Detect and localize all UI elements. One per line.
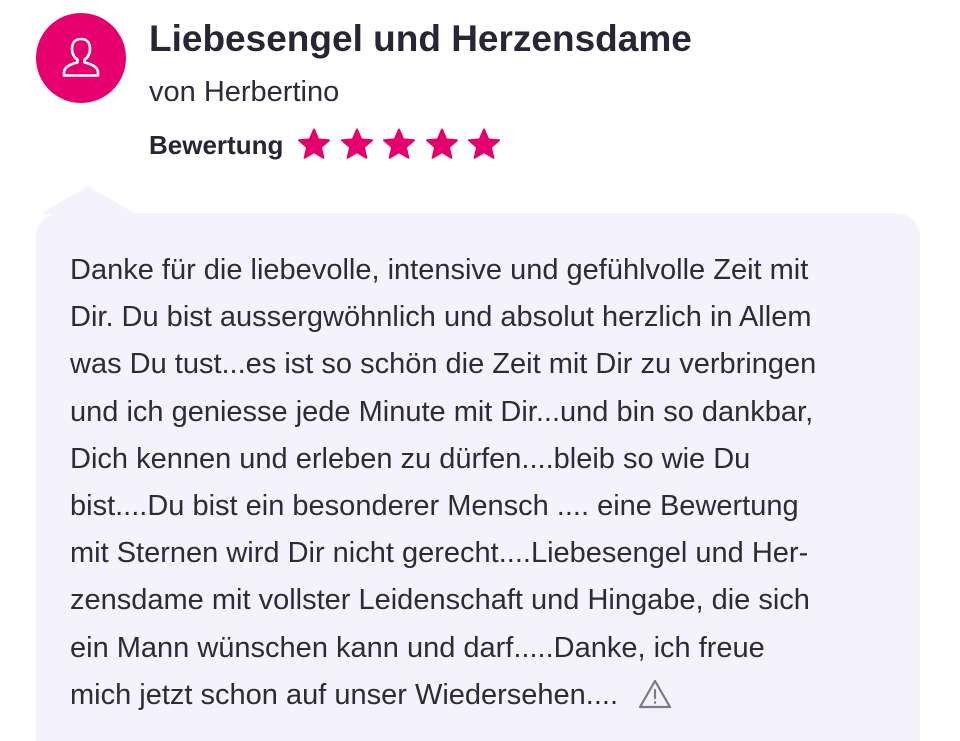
rating-label: Bewertung bbox=[149, 129, 284, 160]
review-text-line: zensdame mit vollster Leidenschaft und H… bbox=[70, 584, 810, 617]
review-card: Liebesengel und Herzensdame von Herberti… bbox=[0, 0, 960, 741]
review-author: von Herbertino bbox=[149, 76, 340, 108]
review-text-line: und ich geniesse jede Minute mit Dir...u… bbox=[70, 395, 814, 428]
review-text-line: was Du tust...es ist so schön die Zeit m… bbox=[70, 348, 817, 381]
review-text-line: mit Sternen wird Dir nicht gerecht....Li… bbox=[70, 537, 809, 570]
avatar bbox=[36, 13, 126, 103]
star-icon bbox=[339, 127, 375, 163]
review-title: Liebesengel und Herzensdame bbox=[149, 18, 692, 59]
review-text-line: mich jetzt schon auf unser Wiedersehen..… bbox=[70, 672, 890, 719]
star-icon bbox=[381, 127, 417, 163]
warning-triangle-icon[interactable] bbox=[638, 678, 672, 710]
rating-row: Bewertung bbox=[149, 126, 509, 164]
review-text: Danke für die liebevolle, intensive und … bbox=[70, 247, 890, 719]
user-icon bbox=[62, 37, 100, 77]
review-text-line: bist....Du bist ein besonderer Mensch ..… bbox=[70, 490, 799, 523]
star-icon bbox=[296, 127, 332, 163]
rating-stars bbox=[296, 127, 509, 163]
review-text-line: Dich kennen und erleben zu dürfen....ble… bbox=[70, 442, 751, 475]
bubble-tail bbox=[40, 186, 136, 214]
star-icon bbox=[424, 127, 460, 163]
review-text-line: Dir. Du bist aussergwöhnlich und absolut… bbox=[70, 301, 812, 334]
star-icon bbox=[466, 127, 502, 163]
review-text-line: Danke für die liebevolle, intensive und … bbox=[70, 254, 809, 286]
review-text-line: ein Mann wünschen kann und darf.....Dank… bbox=[70, 631, 765, 664]
